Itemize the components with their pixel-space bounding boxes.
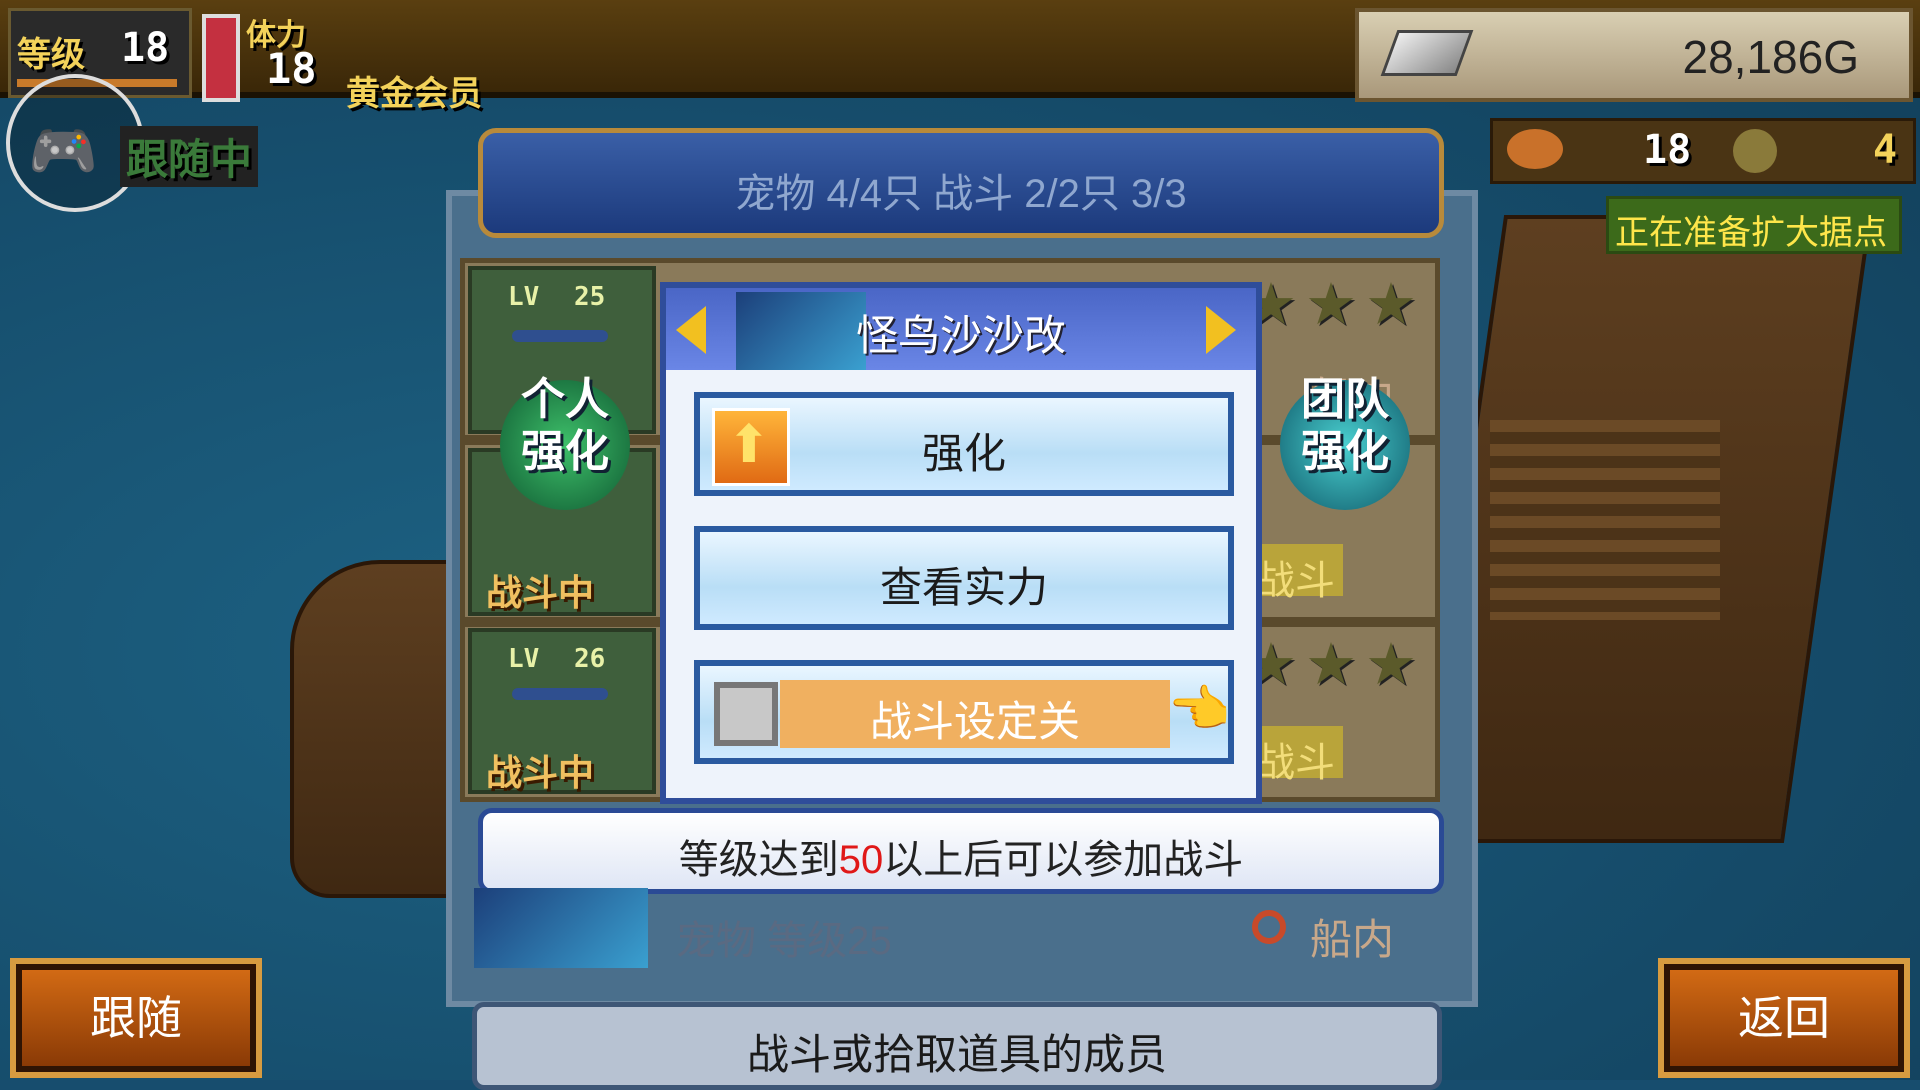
back-label: 返回: [1738, 992, 1830, 1044]
location-text: 战斗: [1255, 559, 1335, 603]
silver-bar-icon: [1380, 30, 1474, 76]
notice-highlight: 50: [838, 838, 884, 882]
battle-tag: 战斗中: [486, 573, 595, 614]
view-stats-label: 查看实力: [879, 564, 1048, 611]
bottom-location: 船内: [1310, 916, 1395, 963]
lv-label: LV: [508, 644, 540, 674]
stamina-value: 18: [266, 44, 317, 93]
personal-boost-line1: 个人: [521, 374, 609, 425]
level-label: 等级: [17, 35, 85, 75]
panel-header-text: 宠物 4/4只 战斗 2/2只 3/3: [735, 172, 1187, 216]
notice-suffix: 以上后可以参加战斗: [883, 838, 1244, 882]
team-boost-line2: 强化: [1301, 426, 1389, 477]
gold-display: 28,186G: [1355, 8, 1913, 102]
location-text: 战斗: [1255, 741, 1335, 785]
checkbox[interactable]: [714, 682, 778, 746]
resource-count-2: 4: [1873, 127, 1898, 173]
popup-title: 怪鸟沙沙改: [855, 312, 1066, 359]
popup-header: 怪鸟沙沙改: [666, 288, 1256, 370]
star-icon: ★: [1365, 270, 1417, 338]
personal-boost-button[interactable]: 个人 强化: [500, 374, 630, 510]
team-boost-line1: 团队: [1301, 374, 1389, 425]
bottom-pet-thumb: [474, 888, 648, 968]
follow-button[interactable]: 跟随: [16, 964, 256, 1072]
arrow-right-icon[interactable]: [1206, 306, 1236, 354]
follow-label: 跟随: [90, 992, 182, 1044]
arrow-left-icon[interactable]: [676, 306, 706, 354]
coin-icon: [1733, 129, 1777, 173]
stamina-gauge: [202, 14, 240, 102]
notice-prefix: 等级达到: [678, 838, 839, 882]
follow-status: 跟随中: [120, 126, 259, 187]
battle-setting-label: 战斗设定关: [869, 698, 1080, 745]
panel-header: 宠物 4/4只 战斗 2/2只 3/3: [478, 128, 1444, 238]
notice-text: 等级达到50以上后可以参加战斗: [483, 827, 1439, 885]
lv-label: LV: [508, 282, 540, 312]
battle-location-tag: 战斗: [1255, 544, 1343, 603]
star-icon: ★: [1305, 630, 1357, 698]
battle-setting-button[interactable]: 战斗设定关 👈: [694, 660, 1234, 764]
exp-bar: [512, 330, 608, 342]
footer-text: 战斗或拾取道具的成员: [746, 1031, 1167, 1078]
exp-bar: [512, 688, 608, 700]
gold-value: 28,186G: [1682, 31, 1859, 83]
ship-left: [290, 560, 468, 898]
personal-boost-line2: 强化: [521, 426, 609, 477]
enhance-label: 强化: [921, 430, 1006, 477]
item-icon: [1507, 129, 1563, 169]
resource-count-1: 18: [1643, 127, 1692, 173]
level-requirement-notice: 等级达到50以上后可以参加战斗: [478, 808, 1444, 894]
enhance-button[interactable]: ⬆ 强化: [694, 392, 1234, 496]
pet-thumb-3: LV 26 战斗中: [468, 628, 656, 794]
view-stats-button[interactable]: 查看实力: [694, 526, 1234, 630]
bottom-row-text: 宠物 等级25: [676, 919, 892, 963]
footer-bar: 战斗或拾取道具的成员: [472, 1002, 1442, 1090]
ship-deck-stairs: [1490, 420, 1720, 620]
status-banner: 正在准备扩大据点: [1606, 196, 1902, 254]
star-icon: ★: [1365, 630, 1417, 698]
star-icon: ★: [1305, 270, 1357, 338]
lv-value: 25: [574, 282, 606, 312]
pet-action-popup: 怪鸟沙沙改 ⬆ 强化 查看实力 战斗设定关 👈: [660, 282, 1262, 804]
pin-icon: [1252, 910, 1286, 944]
gold-member-label: 黄金会员: [346, 74, 482, 114]
battle-setting-bar: 战斗设定关: [780, 680, 1170, 748]
status-banner-text: 正在准备扩大据点: [1615, 214, 1887, 252]
battle-location-tag: 战斗: [1255, 726, 1343, 785]
back-button[interactable]: 返回: [1664, 964, 1904, 1072]
battle-tag: 战斗中: [486, 753, 595, 794]
level-value: 18: [121, 25, 170, 71]
lv-value: 26: [574, 644, 606, 674]
resource-bar: 18 4: [1490, 118, 1916, 184]
team-boost-button[interactable]: 团队 强化: [1280, 374, 1410, 510]
gamepad-icon: 🎮: [28, 119, 98, 184]
pointing-hand-icon: 👈: [1168, 680, 1231, 738]
